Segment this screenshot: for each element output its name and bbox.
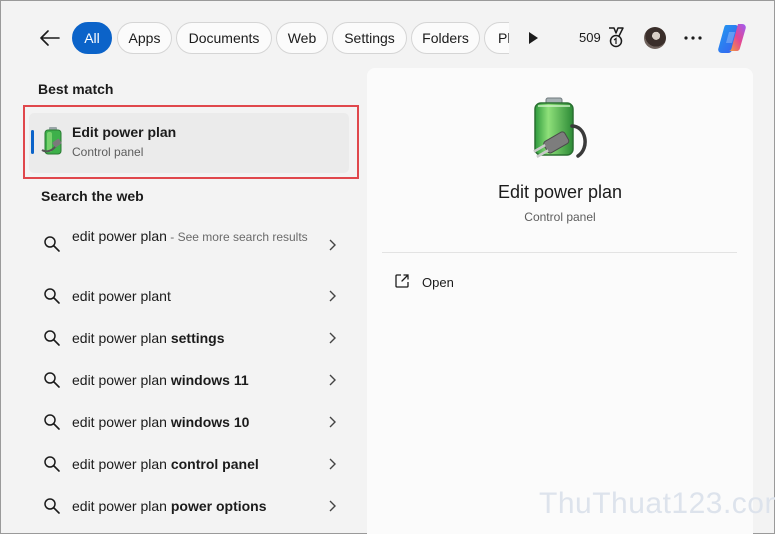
power-plan-battery-icon	[533, 97, 587, 158]
result-type: Control panel	[72, 145, 144, 159]
search-icon	[44, 372, 60, 388]
filter-chips: All Apps Documents Web Settings Folders …	[72, 22, 509, 54]
preview-subtitle: Control panel	[524, 210, 596, 224]
search-web-heading: Search the web	[41, 188, 144, 204]
chevron-right-icon	[329, 458, 336, 470]
web-result-item[interactable]: edit power plan settings	[29, 327, 349, 351]
filter-settings[interactable]: Settings	[332, 22, 407, 54]
back-button[interactable]	[35, 23, 65, 53]
chevron-right-icon	[329, 239, 336, 251]
web-result-item[interactable]: edit power plant	[29, 285, 349, 309]
web-result-text: edit power plan control panel	[72, 456, 259, 472]
filter-folders[interactable]: Folders	[411, 22, 480, 54]
power-plan-battery-icon	[41, 127, 62, 155]
chevron-right-icon	[329, 416, 336, 428]
chevron-right-icon	[329, 290, 336, 302]
web-result-item[interactable]: edit power plan control panel	[29, 453, 349, 477]
web-result-text: edit power plan power options	[72, 498, 267, 514]
web-result-item[interactable]: edit power plan power options	[29, 495, 349, 519]
web-result-text: edit power plan windows 11	[72, 372, 249, 388]
avatar[interactable]	[644, 27, 666, 49]
web-result-item[interactable]: edit power plan windows 11	[29, 369, 349, 393]
search-icon	[44, 288, 60, 304]
filter-photos[interactable]: Ph	[484, 22, 509, 54]
rewards-points: 509	[579, 30, 601, 45]
search-icon	[44, 236, 60, 252]
chevron-right-icon	[329, 500, 336, 512]
search-icon	[44, 498, 60, 514]
arrow-left-icon	[40, 30, 60, 46]
filter-documents[interactable]: Documents	[176, 22, 272, 54]
search-icon	[44, 330, 60, 346]
open-label: Open	[422, 275, 454, 290]
open-external-icon	[395, 274, 409, 288]
top-bar: All Apps Documents Web Settings Folders …	[1, 1, 775, 67]
best-match-result[interactable]: Edit power plan Control panel	[29, 113, 349, 173]
play-icon[interactable]	[523, 28, 543, 48]
web-result-item[interactable]: edit power plan windows 10	[29, 411, 349, 435]
best-match-heading: Best match	[38, 81, 114, 97]
preview-pane: Edit power plan Control panel Open	[367, 68, 753, 534]
search-icon	[44, 414, 60, 430]
filter-apps[interactable]: Apps	[117, 22, 172, 54]
divider	[382, 252, 737, 253]
web-result-text: edit power plan - See more search result…	[72, 228, 308, 244]
more-dots-icon[interactable]	[683, 30, 703, 46]
result-name: Edit power plan	[72, 124, 177, 140]
search-icon	[44, 456, 60, 472]
web-result-item[interactable]: edit power plan - See more search result…	[29, 226, 349, 266]
filter-web[interactable]: Web	[276, 22, 328, 54]
start-search-window: All Apps Documents Web Settings Folders …	[0, 0, 775, 534]
selection-indicator	[31, 130, 34, 154]
copilot-icon[interactable]	[716, 23, 748, 53]
open-action[interactable]: Open	[382, 267, 582, 297]
web-result-text: edit power plan settings	[72, 330, 225, 346]
preview-title: Edit power plan	[497, 182, 623, 202]
filter-all[interactable]: All	[72, 22, 112, 54]
chevron-right-icon	[329, 374, 336, 386]
web-result-text: edit power plan windows 10	[72, 414, 250, 430]
medal-icon[interactable]	[606, 26, 626, 50]
chevron-right-icon	[329, 332, 336, 344]
web-result-text: edit power plant	[72, 288, 171, 304]
